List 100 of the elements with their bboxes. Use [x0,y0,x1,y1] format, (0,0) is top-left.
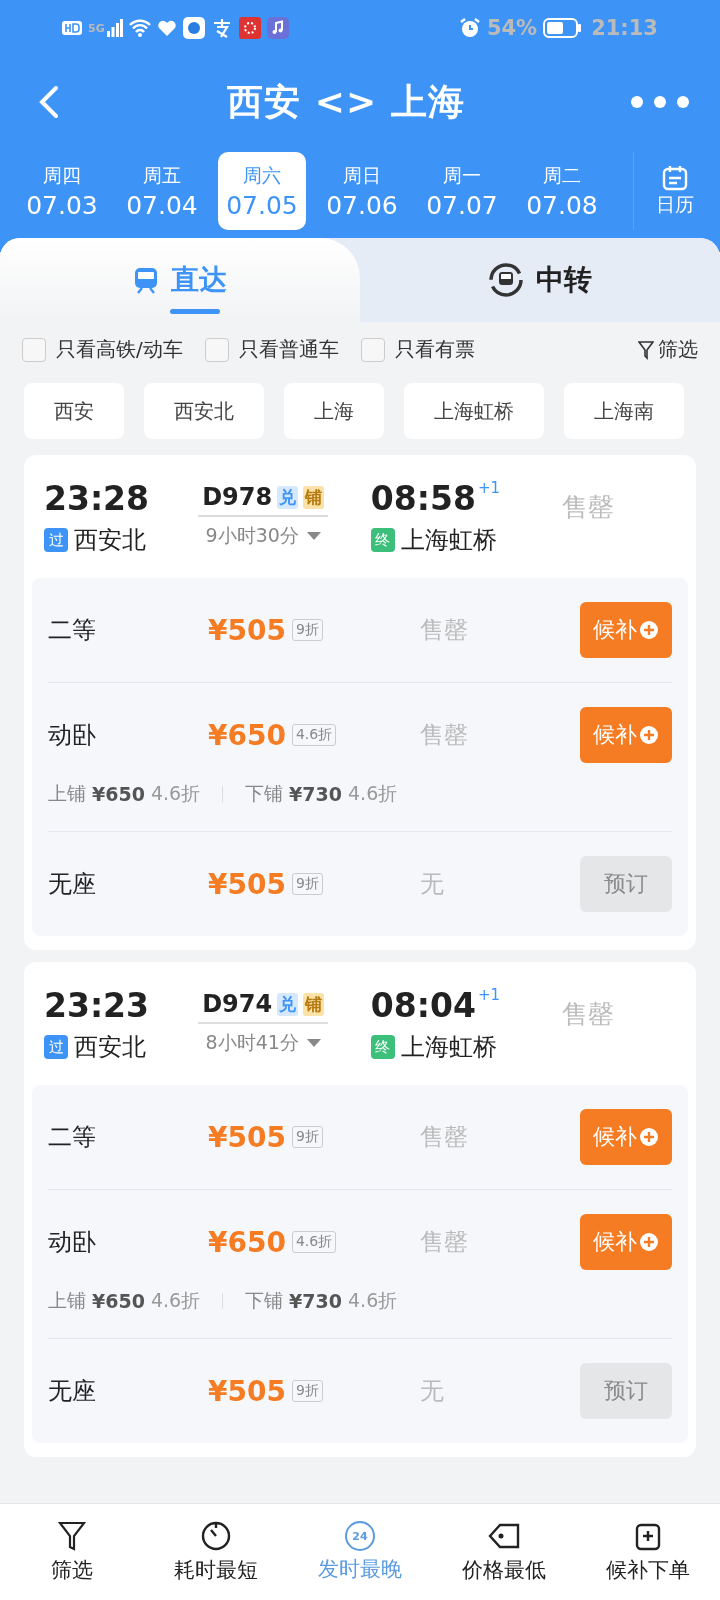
date-tab[interactable]: 周二 07.08 [518,152,606,230]
more-icon[interactable] [630,95,690,109]
sold-out-label: 售罄 [561,997,615,1031]
hd-icon [62,20,82,36]
route-title: 西安 <> 上海 [227,79,465,124]
filter-label: 只看高铁/动车 [56,336,183,363]
berth-discount: 4.6折 [150,781,201,806]
tab[interactable]: 直达 [0,238,360,322]
battery-percent: 54% [486,16,538,40]
plus-icon [639,1127,659,1147]
arrival-time: 08:04 [370,986,476,1025]
network-type: 5G [88,21,105,35]
filter-icon [58,1520,86,1552]
arrival-station: 上海虹桥 [400,525,497,556]
checkbox[interactable] [360,337,385,362]
waitlist-button[interactable]: 候补 [580,602,672,658]
discount-badge: 9折 [291,873,323,895]
berth-discount: 4.6折 [150,1288,201,1313]
availability: 售罄 [420,720,469,751]
berth-price: ¥650 [92,1290,145,1312]
tab[interactable]: 中转 [360,238,720,322]
departure-station: 西安北 [74,525,146,556]
berth-discount: 4.6折 [348,781,398,806]
arrival-station: 上海虹桥 [400,1032,497,1063]
clock-24-icon: 24 [345,1521,375,1551]
checkbox[interactable] [204,337,229,362]
berth-label: 下铺 [245,1288,284,1313]
train-tag: 兑 [277,992,299,1016]
calendar-icon [661,164,689,192]
caret-icon[interactable] [306,1039,321,1047]
date-tab[interactable]: 周六 07.05 [218,152,306,230]
availability: 无 [420,1376,445,1407]
price: ¥650 [208,718,286,752]
discount-badge: 9折 [291,1126,323,1148]
browser-icon [182,17,205,39]
arrival-time: 08:58 [370,479,476,518]
waitlist-button[interactable]: 候补 [580,707,672,763]
app-icon [238,17,261,39]
station-chip[interactable]: 上海南 [564,383,684,439]
station-chip[interactable]: 上海虹桥 [404,383,544,439]
waitlist-button[interactable]: 候补 [580,1214,672,1270]
seat-class: 无座 [48,1376,97,1407]
berth-discount: 4.6折 [348,1288,398,1313]
station-chip[interactable]: 上海 [284,383,384,439]
berth-label: 下铺 [245,781,284,806]
filter-label: 只看普通车 [238,336,339,363]
waitlist-button[interactable]: 候补 [580,1109,672,1165]
price: ¥505 [208,1374,286,1408]
nav-item[interactable]: 候补下单 [583,1520,713,1584]
calendar-button[interactable]: 日历 [633,152,716,230]
discount-badge: 4.6折 [291,724,337,746]
seat-class: 无座 [48,869,97,900]
availability: 售罄 [420,1122,469,1153]
nav-item[interactable]: 24 发时最晚 [295,1521,425,1583]
availability: 售罄 [420,615,469,646]
duration: 9小时30分 [205,523,299,548]
seat-class: 动卧 [48,720,97,751]
duration: 8小时41分 [205,1030,299,1055]
seat-class: 二等 [48,1122,97,1153]
train-tag: 铺 [303,485,325,509]
nav-item[interactable]: 耗时最短 [151,1520,281,1584]
date-tab[interactable]: 周四 07.03 [18,152,106,230]
plus-icon [639,620,659,640]
timer-icon [200,1520,232,1552]
date-tab[interactable]: 周一 07.07 [418,152,506,230]
nav-item[interactable]: 筛选 [7,1520,137,1584]
availability: 售罄 [420,1227,469,1258]
station-tag: 终 [370,1035,395,1059]
station-tag: 过 [44,528,68,552]
date-tab[interactable]: 周日 07.06 [318,152,406,230]
train-icon [133,266,159,294]
train-tag: 铺 [303,992,325,1016]
discount-badge: 9折 [291,1380,323,1402]
train-tag: 兑 [277,485,299,509]
berth-price: ¥650 [92,783,145,805]
berth-price: ¥730 [289,1290,342,1312]
filter-icon [638,339,654,360]
station-tag: 过 [44,1035,68,1059]
station-tag: 终 [370,528,395,552]
plus-icon [639,1232,659,1252]
caret-icon[interactable] [306,532,321,540]
date-tab[interactable]: 周五 07.04 [118,152,206,230]
music-icon [266,17,289,39]
seat-class: 动卧 [48,1227,97,1258]
price: ¥505 [208,1120,286,1154]
sold-out-label: 售罄 [561,490,615,524]
nav-item[interactable]: 价格最低 [439,1520,569,1584]
station-chip[interactable]: 西安北 [144,383,264,439]
discount-badge: 9折 [291,619,323,641]
checkbox[interactable] [22,337,46,362]
transfer-icon [488,262,524,298]
battery-icon [543,18,582,38]
filter-button[interactable]: 筛选 [638,336,698,363]
wifi-icon [128,19,151,37]
departure-time: 23:23 [44,986,150,1025]
station-chip[interactable]: 西安 [24,383,124,439]
day-offset: +1 [477,479,500,497]
berth-price: ¥730 [289,783,342,805]
departure-time: 23:28 [44,479,150,518]
heart-icon [156,19,177,37]
